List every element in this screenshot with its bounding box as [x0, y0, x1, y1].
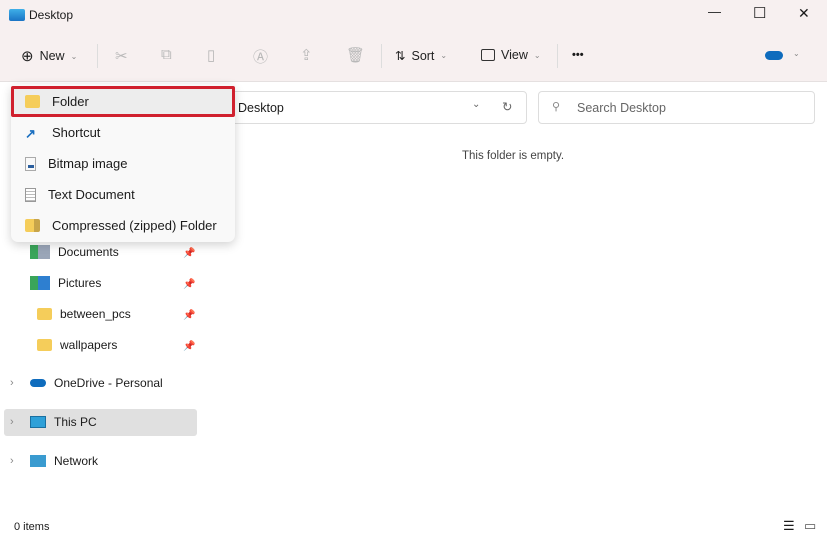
pin-icon[interactable]: 📌: [183, 341, 195, 352]
view-label: View: [501, 48, 528, 62]
menu-item-compressed-folder[interactable]: Compressed (zipped) Folder: [11, 210, 235, 241]
nav-item-pictures[interactable]: Pictures: [30, 276, 101, 290]
pin-icon[interactable]: 📌: [183, 279, 195, 290]
chevron-down-icon: ⌄: [70, 51, 78, 61]
desktop-icon: [9, 9, 25, 21]
sort-button[interactable]: ⇅ Sort ⌄: [395, 48, 448, 64]
nav-item-wallpapers[interactable]: wallpapers: [37, 338, 117, 352]
share-icon[interactable]: ⇪: [300, 46, 313, 64]
cut-icon[interactable]: ✂: [115, 47, 128, 65]
sort-label: Sort: [411, 48, 435, 63]
menu-item-label: Folder: [52, 94, 89, 109]
new-label: New: [39, 49, 65, 63]
nav-item-onedrive[interactable]: OneDrive - Personal: [30, 376, 163, 390]
folder-icon: [37, 339, 52, 351]
delete-icon[interactable]: 🗑: [346, 46, 365, 64]
nav-item-between-pcs[interactable]: between_pcs: [37, 307, 131, 321]
more-options-button[interactable]: •••: [572, 49, 584, 61]
nav-item-this-pc[interactable]: This PC: [30, 415, 97, 429]
nav-label: between_pcs: [60, 307, 131, 321]
new-button[interactable]: ⊕ New ⌄: [21, 47, 77, 65]
pin-icon[interactable]: 📌: [183, 310, 195, 321]
expand-chevron-icon[interactable]: ›: [10, 377, 14, 389]
onedrive-icon: [30, 379, 46, 387]
documents-icon: [30, 245, 50, 259]
close-button[interactable]: ✕: [798, 5, 810, 22]
details-view-icon[interactable]: ☰: [783, 518, 795, 534]
bitmap-icon: [25, 156, 36, 171]
nav-item-network[interactable]: Network: [30, 454, 98, 468]
chevron-down-icon[interactable]: ⌄: [793, 49, 800, 58]
menu-item-shortcut[interactable]: ↗ Shortcut: [11, 117, 235, 148]
chevron-down-icon: ⌄: [440, 51, 448, 60]
new-menu: Folder ↗ Shortcut Bitmap image Text Docum…: [11, 84, 235, 242]
pictures-icon: [30, 276, 50, 290]
menu-item-label: Text Document: [48, 187, 135, 202]
search-icon: ⚲: [552, 101, 561, 113]
nav-label: Pictures: [58, 276, 102, 290]
nav-label: Documents: [58, 245, 119, 259]
title-toolbar-area: [0, 0, 827, 82]
search-box[interactable]: ⚲ Search Desktop: [538, 91, 815, 124]
minimize-button[interactable]: —: [708, 4, 721, 19]
copy-icon[interactable]: ⧉: [161, 46, 172, 63]
nav-label: wallpapers: [60, 338, 118, 352]
expand-chevron-icon[interactable]: ›: [10, 416, 14, 428]
menu-item-label: Shortcut: [52, 125, 101, 140]
paste-icon[interactable]: ▯: [207, 46, 215, 64]
plus-circle-icon: ⊕: [21, 48, 34, 65]
menu-item-folder[interactable]: Folder: [11, 86, 235, 117]
shortcut-arrow-icon: ↗: [25, 126, 36, 141]
refresh-icon[interactable]: ↻: [502, 99, 512, 114]
address-bar[interactable]: Desktop ⌄ ↻: [225, 91, 527, 124]
empty-folder-message: This folder is empty.: [462, 150, 565, 162]
rename-icon[interactable]: Ⓐ: [253, 46, 268, 67]
menu-item-bitmap[interactable]: Bitmap image: [11, 148, 235, 179]
this-pc-icon: [30, 416, 46, 428]
menu-item-label: Bitmap image: [48, 156, 128, 171]
address-path: Desktop: [238, 101, 284, 115]
history-dropdown-icon[interactable]: ⌄: [472, 99, 480, 110]
folder-icon: [25, 95, 40, 108]
menu-item-text-document[interactable]: Text Document: [11, 179, 235, 210]
nav-label: Network: [54, 454, 99, 468]
nav-label: This PC: [54, 415, 97, 429]
search-input[interactable]: Search Desktop: [577, 101, 666, 115]
onedrive-icon[interactable]: [765, 51, 783, 60]
text-document-icon: [25, 187, 36, 202]
network-icon: [30, 455, 46, 467]
maximize-button[interactable]: ☐: [753, 4, 766, 22]
expand-chevron-icon[interactable]: ›: [10, 455, 14, 467]
window-title: Desktop: [29, 8, 74, 22]
view-button[interactable]: View ⌄: [481, 48, 541, 62]
sort-icon: ⇅: [395, 49, 406, 63]
tiles-view-icon[interactable]: ▭: [804, 518, 816, 534]
view-icon: [481, 49, 495, 61]
pin-icon[interactable]: 📌: [183, 248, 195, 259]
nav-item-documents[interactable]: Documents: [30, 245, 119, 259]
nav-label: OneDrive - Personal: [54, 376, 163, 390]
menu-item-label: Compressed (zipped) Folder: [52, 218, 217, 233]
item-count: 0 items: [14, 521, 50, 533]
folder-icon: [37, 308, 52, 320]
zip-folder-icon: [25, 219, 40, 232]
chevron-down-icon: ⌄: [533, 50, 541, 60]
